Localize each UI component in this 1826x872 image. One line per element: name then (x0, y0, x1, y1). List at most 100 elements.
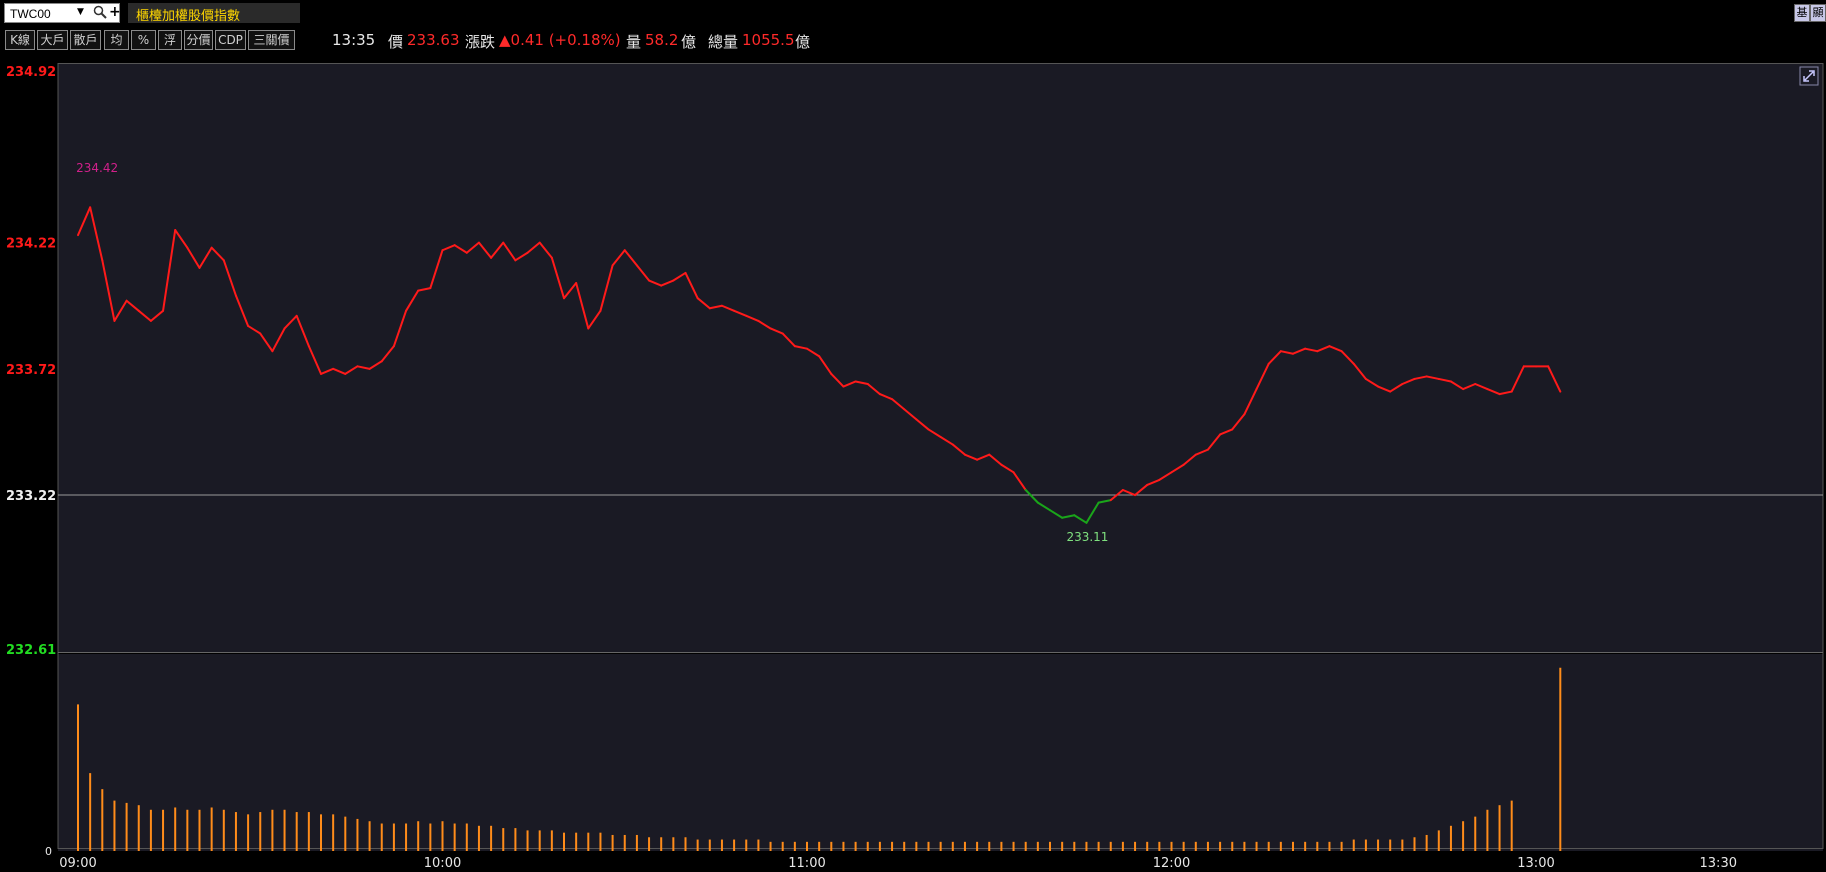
volume-bar (538, 830, 541, 851)
volume-bar (113, 800, 116, 851)
add-icon[interactable]: + (109, 4, 121, 20)
volume-bar (222, 809, 225, 851)
volume-bar (186, 809, 189, 851)
volume-bar (526, 830, 529, 851)
volume-bar (915, 841, 918, 851)
volume-unit: 億 (681, 33, 697, 51)
volume-bar (149, 809, 152, 851)
cdp-button[interactable]: CDP (215, 30, 246, 50)
volume-bar (1437, 830, 1440, 851)
volume-bar (429, 823, 432, 851)
x-tick-label: 10:00 (424, 856, 461, 871)
volume-bar (842, 841, 845, 851)
volume-bar (259, 812, 262, 851)
search-icon[interactable] (93, 5, 107, 19)
retail-trader-button[interactable]: 散戶 (70, 30, 101, 50)
volume-bar (295, 812, 298, 851)
volume-bar (392, 823, 395, 851)
volume-value: 58.2 (645, 31, 679, 49)
price-distribution-button[interactable]: 分價 (184, 30, 213, 50)
volume-bar (283, 809, 286, 851)
volume-bar (1364, 839, 1367, 851)
volume-bar (684, 837, 687, 851)
volume-bar (891, 841, 894, 851)
volume-bar (1449, 825, 1452, 851)
volume-bar (988, 841, 991, 851)
volume-bar (1000, 841, 1003, 851)
volume-bar (1413, 837, 1416, 851)
volume-bar (234, 812, 237, 851)
volume-bar (733, 839, 736, 851)
volume-bar (623, 834, 626, 851)
change-label: 漲跌 (465, 33, 496, 51)
volume-bar (1121, 841, 1124, 851)
chart-toolbar: K線 大戶 散戶 均 % 浮 分價 CDP 三關價 13:35 價 233.63… (0, 25, 1826, 63)
volume-bar (927, 841, 930, 851)
intraday-chart: 234.92 234.22 233.72 233.22 232.61 09:00 10:00… (0, 63, 1826, 872)
x-tick-label: 11:00 (788, 856, 825, 871)
volume-bar (806, 841, 808, 851)
low-price-annotation: 233.11 (1066, 530, 1108, 544)
y-tick-label: 233.22 (6, 489, 56, 504)
volume-bar (1231, 841, 1234, 851)
x-tick-label: 12:00 (1153, 856, 1190, 871)
total-volume-label: 總量 (708, 33, 739, 51)
volume-bar (1425, 834, 1428, 851)
volume-bar (1316, 841, 1319, 851)
symbol-input[interactable]: TWC00 ▼ + (4, 3, 121, 23)
three-key-price-button[interactable]: 三關價 (248, 30, 295, 50)
volume-bar (1194, 841, 1197, 851)
percent-button[interactable]: % (131, 30, 156, 50)
volume-bar (1134, 841, 1137, 851)
change-value: ▲0.41 (+0.18%) (499, 31, 621, 49)
volume-bar (939, 841, 942, 851)
corner-button-display[interactable]: 顯 (1810, 4, 1826, 22)
volume-bar (271, 809, 274, 851)
y-tick-label: 233.72 (6, 363, 56, 378)
volume-bar (1352, 839, 1355, 851)
volume-bar (1109, 841, 1112, 851)
kline-button[interactable]: K線 (5, 30, 35, 50)
dropdown-arrow-icon[interactable]: ▼ (77, 7, 84, 17)
top-bar: TWC00 ▼ + 櫃檯加權股價指數 基顯 (0, 0, 1826, 25)
average-button[interactable]: 均 (104, 30, 129, 50)
volume-bar (368, 821, 371, 851)
volume-bar (307, 812, 310, 851)
volume-bar (830, 841, 833, 851)
volume-bar (963, 841, 966, 851)
volume-bar (1279, 841, 1282, 851)
volume-bar (332, 814, 335, 851)
volume-bar (818, 841, 821, 851)
big-trader-button[interactable]: 大戶 (37, 30, 68, 50)
volume-bar (465, 823, 468, 851)
total-volume-unit: 億 (795, 33, 811, 51)
volume-bar (1085, 841, 1088, 851)
volume-bar (441, 821, 444, 851)
volume-bar (1255, 841, 1258, 851)
volume-bar (1024, 841, 1027, 851)
volume-bar (793, 841, 796, 851)
volume-bar (198, 809, 201, 851)
volume-bar (720, 839, 723, 851)
volume-bar (1036, 841, 1039, 851)
volume-bar (1510, 800, 1513, 851)
volume-label: 量 (626, 33, 642, 51)
volume-bar (854, 841, 857, 851)
volume-bar (599, 832, 602, 851)
volume-bar (648, 837, 651, 851)
quote-time: 13:35 (332, 31, 376, 49)
volume-bar (477, 825, 480, 851)
corner-button-basic[interactable]: 基 (1794, 4, 1810, 22)
volume-bar (587, 832, 590, 851)
volume-bar (1158, 841, 1161, 851)
volume-bar (344, 816, 347, 851)
volume-bar (1073, 841, 1076, 851)
volume-bar (1462, 821, 1465, 851)
volume-bar (550, 830, 553, 851)
volume-bar (757, 839, 760, 851)
volume-bar (696, 839, 699, 851)
corner-buttons: 基顯 (1794, 4, 1826, 22)
chart-svg: 234.92 234.22 233.72 233.22 232.61 09:00 10:00… (6, 63, 1824, 871)
volume-bar (89, 773, 92, 851)
float-button[interactable]: 浮 (158, 30, 182, 50)
